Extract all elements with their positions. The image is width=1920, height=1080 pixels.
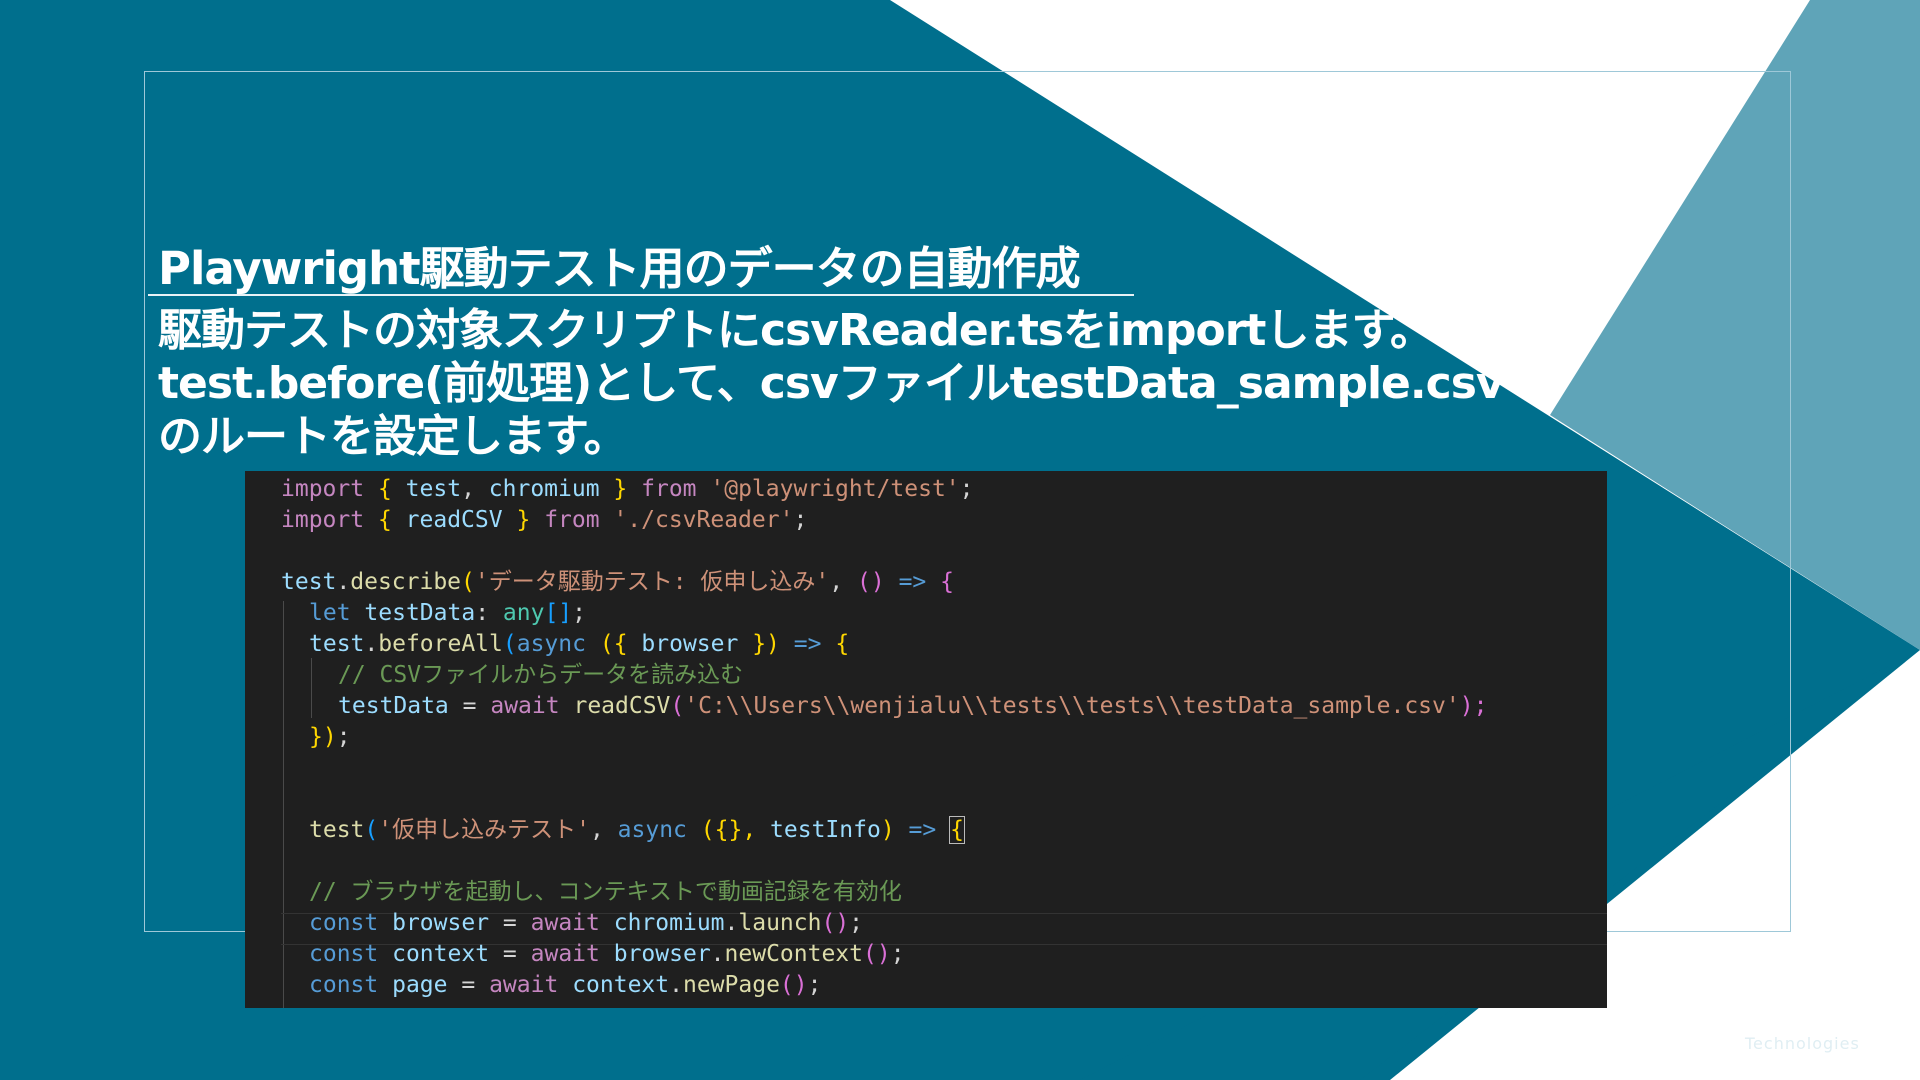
code-line-4: test.describe('データ駆動テスト: 仮申し込み', () => { — [281, 569, 954, 595]
slide-title: Playwright駆動テスト用のデータの自動作成 — [158, 242, 1081, 295]
description-line-2: test.before(前処理)として、csvファイルtestData_samp… — [158, 358, 1505, 409]
code-editor-screenshot: import { test, chromium } from '@playwri… — [245, 471, 1607, 1008]
code-line-1: import { test, chromium } from '@playwri… — [281, 476, 974, 502]
logo-name: KINTO — [1745, 1001, 1862, 1031]
code-line-5: let testData: any[]; — [309, 600, 587, 626]
description-line-1: 駆動テストの対象スクリプトにcsvReader.tsをimportします。 — [158, 305, 1434, 356]
code-line-7-comment: // CSVファイルからデータを読み込む — [338, 662, 744, 688]
code-line-2: import { readCSV } from './csvReader'; — [281, 507, 808, 533]
title-underline — [148, 294, 1134, 296]
code-line-16: const context = await browser.newContext… — [309, 941, 905, 967]
code-line-15: const browser = await chromium.launch(); — [309, 910, 864, 936]
indent-guide — [311, 658, 312, 718]
code-line-17: const page = await context.newPage(); — [309, 972, 822, 998]
code-line-14-comment: // ブラウザを起動し、コンテキストで動画記録を有効化 — [309, 879, 902, 905]
code-line-8: testData = await readCSV('C:\\Users\\wen… — [338, 693, 1488, 719]
slide-description: 駆動テストの対象スクリプトにcsvReader.tsをimportします。 te… — [158, 304, 1505, 463]
description-line-3: のルートを設定します。 — [158, 411, 628, 462]
indent-guide — [283, 601, 284, 1008]
code-line-6: test.beforeAll(async ({ browser }) => { — [309, 631, 850, 657]
code-line-12: test('仮申し込みテスト', async ({}, testInfo) =>… — [309, 816, 965, 844]
logo-subtitle: Technologies — [1745, 1034, 1860, 1053]
code-line-9: }); — [309, 724, 351, 750]
